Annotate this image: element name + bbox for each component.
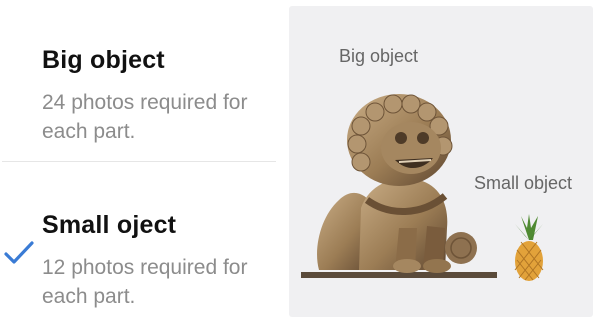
divider bbox=[2, 161, 276, 162]
option-title: Big object bbox=[42, 46, 165, 74]
option-description: 12 photos required for each part. bbox=[42, 256, 248, 308]
size-preview-panel: Big object Small object bbox=[289, 6, 593, 317]
option-big-object[interactable]: Big object 24 photos required for each p… bbox=[0, 40, 280, 160]
options-list: Big object 24 photos required for each p… bbox=[0, 0, 280, 323]
checkmark-icon bbox=[4, 241, 34, 264]
option-title: Small oject bbox=[42, 211, 177, 239]
option-small-object[interactable]: Small oject 12 photos required for each … bbox=[0, 205, 280, 323]
object-size-selector: Big object 24 photos required for each p… bbox=[0, 0, 600, 323]
big-object-label: Big object bbox=[339, 46, 419, 66]
pineapple-image bbox=[514, 214, 544, 281]
stone-lion-image bbox=[301, 94, 497, 278]
option-description: 24 photos required for each part. bbox=[42, 91, 248, 143]
